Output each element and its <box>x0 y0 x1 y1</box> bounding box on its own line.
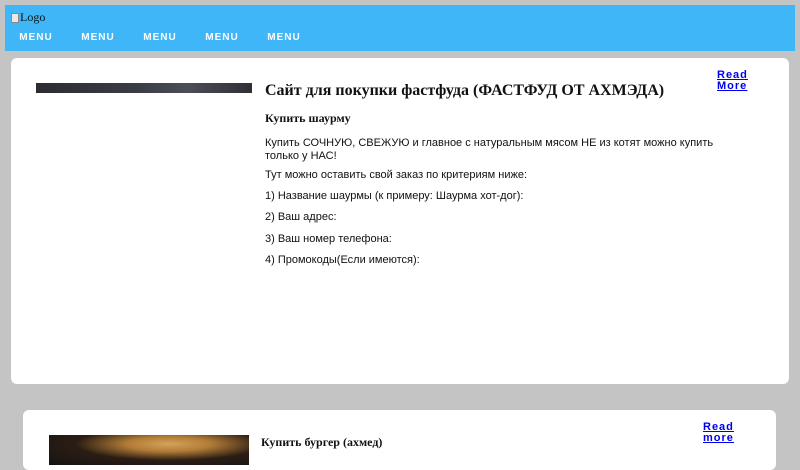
burger-card: Купить бургер (ахмед) Read more <box>23 410 776 470</box>
burger-image <box>49 435 249 465</box>
order-field-name: 1) Название шаурмы (к примеру: Шаурма хо… <box>265 190 524 202</box>
order-field-promo: 4) Промокоды(Если имеются): <box>265 254 420 266</box>
read-more-link[interactable]: Read More <box>717 70 748 92</box>
logo[interactable]: Logo <box>11 10 45 25</box>
main-menu: MENU MENU MENU MENU MENU <box>5 28 315 48</box>
read-more-word-2: More <box>717 80 748 92</box>
read-more-word-2: more <box>703 432 734 444</box>
menu-item-5[interactable]: MENU <box>253 28 315 48</box>
broken-image-icon <box>11 12 19 23</box>
shawarma-card: Сайт для покупки фастфуда (ФАСТФУД ОТ АХ… <box>11 58 789 384</box>
shawarma-description: Купить СОЧНУЮ, СВЕЖУЮ и главное с натура… <box>265 137 714 162</box>
top-navbar: Logo MENU MENU MENU MENU MENU <box>5 5 795 51</box>
burger-heading: Купить бургер (ахмед) <box>261 435 383 449</box>
order-field-address: 2) Ваш адрес: <box>265 211 337 223</box>
order-instructions: Тут можно оставить свой заказ по критери… <box>265 169 527 181</box>
menu-item-3[interactable]: MENU <box>129 28 191 48</box>
shawarma-image <box>36 83 252 93</box>
order-field-phone: 3) Ваш номер телефона: <box>265 233 392 245</box>
menu-item-2[interactable]: MENU <box>67 28 129 48</box>
logo-alt-text: Logo <box>20 10 46 24</box>
menu-item-4[interactable]: MENU <box>191 28 253 48</box>
page-title: Сайт для покупки фастфуда (ФАСТФУД ОТ АХ… <box>265 82 665 99</box>
shawarma-heading: Купить шаурму <box>265 111 351 125</box>
menu-item-1[interactable]: MENU <box>5 28 67 48</box>
read-more-link-2[interactable]: Read more <box>703 422 734 444</box>
